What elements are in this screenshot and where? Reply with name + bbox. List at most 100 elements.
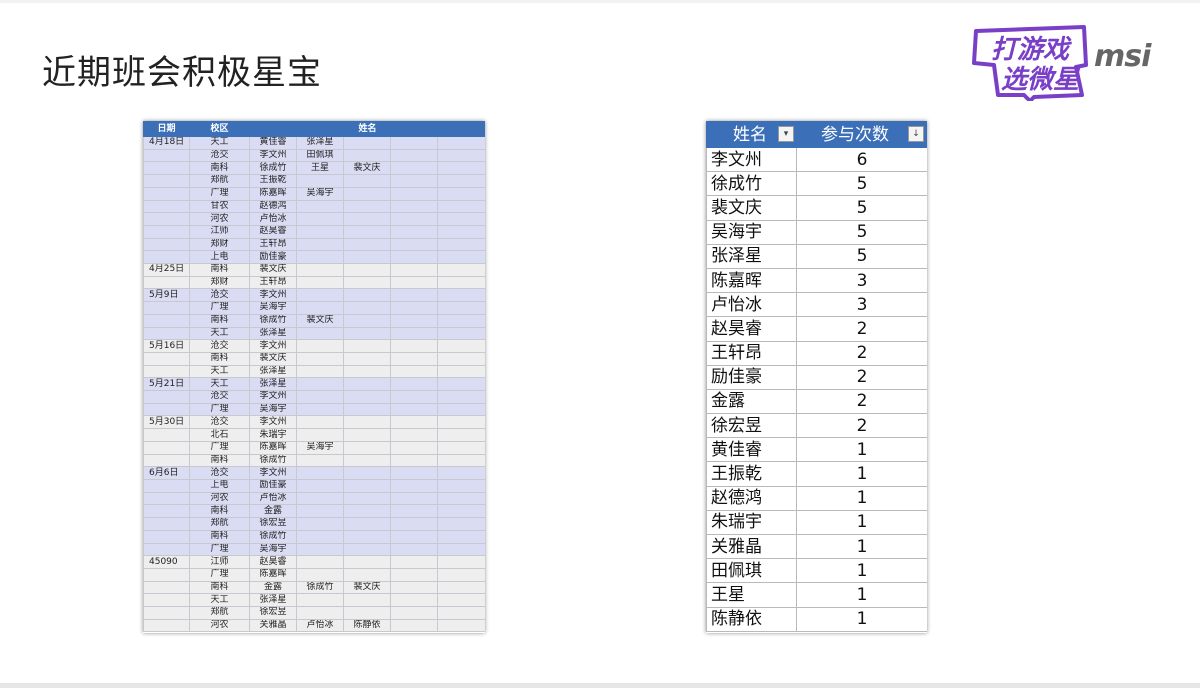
- name-cell[interactable]: [296, 567, 344, 582]
- name-cell[interactable]: [436, 555, 485, 569]
- campus-cell[interactable]: 天工: [189, 593, 250, 608]
- name-cell[interactable]: 张泽星: [249, 377, 297, 392]
- name-cell[interactable]: [390, 212, 438, 226]
- name-cell[interactable]: [296, 529, 344, 544]
- name-cell[interactable]: [296, 402, 344, 417]
- name-cell[interactable]: 陈嘉晖: [249, 186, 297, 201]
- name-cell[interactable]: 卢怡冰: [249, 491, 297, 506]
- participation-count-cell[interactable]: 2: [796, 364, 927, 390]
- participation-count-cell[interactable]: 3: [796, 267, 927, 294]
- name-cell[interactable]: [296, 250, 344, 265]
- name-cell[interactable]: 王星: [296, 161, 344, 176]
- participation-count-cell[interactable]: 2: [796, 316, 927, 342]
- name-cell[interactable]: [436, 237, 485, 252]
- name-cell[interactable]: [296, 237, 344, 252]
- name-cell[interactable]: 李文州: [249, 148, 297, 163]
- name-cell[interactable]: [436, 250, 485, 265]
- name-cell[interactable]: [343, 466, 391, 480]
- name-cell[interactable]: [296, 288, 344, 303]
- student-name-cell[interactable]: 金露: [706, 388, 797, 415]
- campus-cell[interactable]: 甘农: [189, 199, 250, 214]
- name-cell[interactable]: [436, 339, 485, 353]
- date-cell[interactable]: 6月6日: [143, 466, 190, 480]
- date-cell[interactable]: [143, 567, 190, 582]
- participation-count-cell[interactable]: 1: [796, 509, 927, 536]
- name-cell[interactable]: [296, 390, 344, 404]
- campus-cell[interactable]: 天工: [189, 364, 250, 379]
- name-cell[interactable]: [296, 326, 344, 341]
- date-cell[interactable]: [143, 428, 190, 442]
- date-cell[interactable]: [143, 542, 190, 557]
- name-cell[interactable]: [436, 174, 485, 188]
- name-cell[interactable]: [343, 275, 391, 290]
- name-cell[interactable]: [343, 339, 391, 353]
- student-name-cell[interactable]: 励佳豪: [706, 364, 797, 390]
- date-cell[interactable]: 5月30日: [143, 415, 190, 430]
- student-name-cell[interactable]: 裴文庆: [706, 195, 797, 221]
- name-cell[interactable]: [343, 186, 391, 201]
- name-cell[interactable]: 张泽星: [249, 326, 297, 341]
- name-cell[interactable]: [390, 250, 438, 265]
- name-cell[interactable]: [296, 199, 344, 214]
- name-cell[interactable]: 裴文庆: [296, 313, 344, 328]
- name-cell[interactable]: [296, 275, 344, 290]
- date-cell[interactable]: [143, 301, 190, 315]
- date-cell[interactable]: [143, 250, 190, 265]
- name-cell[interactable]: [343, 263, 391, 277]
- name-cell[interactable]: 徐成竹: [249, 453, 297, 468]
- name-cell[interactable]: 张泽星: [249, 593, 297, 608]
- campus-cell[interactable]: 郑航: [189, 606, 250, 620]
- campus-cell[interactable]: 河农: [189, 212, 250, 226]
- name-cell[interactable]: [390, 593, 438, 608]
- date-cell[interactable]: [143, 199, 190, 214]
- name-cell[interactable]: 赵德鸿: [249, 199, 297, 214]
- date-cell[interactable]: [143, 491, 190, 506]
- name-cell[interactable]: 关雅晶: [249, 618, 297, 633]
- header-campus[interactable]: 校区: [189, 121, 250, 137]
- name-cell[interactable]: [296, 224, 344, 239]
- participation-count-cell[interactable]: 5: [796, 171, 927, 197]
- student-name-cell[interactable]: 赵德鸿: [706, 485, 797, 511]
- student-name-cell[interactable]: 陈嘉晖: [706, 267, 797, 294]
- date-cell[interactable]: [143, 313, 190, 328]
- date-cell[interactable]: [143, 148, 190, 163]
- student-name-cell[interactable]: 关雅晶: [706, 533, 797, 560]
- date-cell[interactable]: [143, 161, 190, 176]
- date-cell[interactable]: [143, 364, 190, 379]
- campus-cell[interactable]: 上电: [189, 478, 250, 493]
- student-name-cell[interactable]: 赵昊睿: [706, 316, 797, 342]
- name-cell[interactable]: [390, 504, 438, 519]
- date-cell[interactable]: [143, 402, 190, 417]
- name-cell[interactable]: [436, 161, 485, 176]
- student-name-cell[interactable]: 黄佳睿: [706, 437, 797, 463]
- name-cell[interactable]: [296, 351, 344, 366]
- name-cell[interactable]: [390, 237, 438, 252]
- name-cell[interactable]: [343, 478, 391, 493]
- name-cell[interactable]: [390, 478, 438, 493]
- date-cell[interactable]: 4月25日: [143, 263, 190, 277]
- name-cell[interactable]: [390, 263, 438, 277]
- participation-count-cell[interactable]: 1: [796, 582, 927, 608]
- name-cell[interactable]: [296, 415, 344, 430]
- campus-cell[interactable]: 沧交: [189, 339, 250, 353]
- campus-cell[interactable]: 天工: [189, 377, 250, 392]
- date-cell[interactable]: [143, 606, 190, 620]
- name-cell[interactable]: [436, 542, 485, 557]
- campus-cell[interactable]: 广理: [189, 186, 250, 201]
- participation-count-cell[interactable]: 1: [796, 533, 927, 560]
- name-cell[interactable]: [343, 148, 391, 163]
- name-cell[interactable]: 吴海宇: [249, 402, 297, 417]
- name-cell[interactable]: [296, 478, 344, 493]
- name-cell[interactable]: [390, 174, 438, 188]
- name-cell[interactable]: [343, 377, 391, 392]
- student-name-cell[interactable]: 徐成竹: [706, 171, 797, 197]
- name-cell[interactable]: [436, 567, 485, 582]
- campus-cell[interactable]: 河农: [189, 618, 250, 633]
- name-cell[interactable]: [296, 555, 344, 569]
- name-cell[interactable]: [343, 199, 391, 214]
- name-cell[interactable]: [436, 199, 485, 214]
- name-cell[interactable]: [343, 453, 391, 468]
- participation-count-cell[interactable]: 5: [796, 219, 927, 245]
- name-cell[interactable]: [343, 237, 391, 252]
- name-cell[interactable]: 裴文庆: [249, 351, 297, 366]
